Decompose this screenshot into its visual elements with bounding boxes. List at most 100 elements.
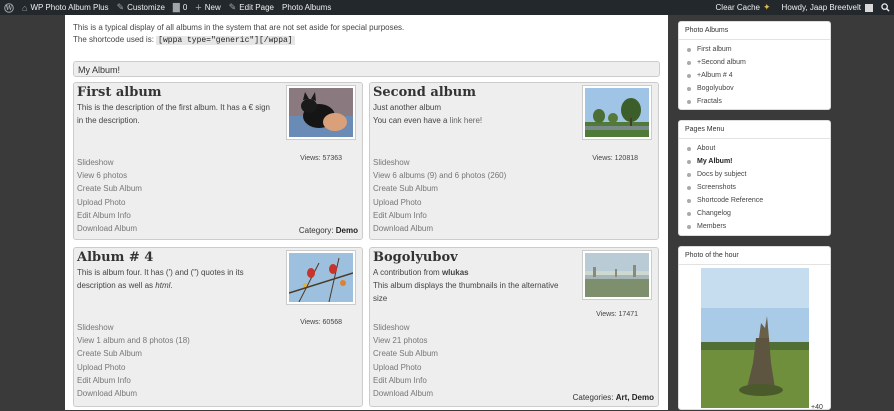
album-card-four: Album # 4 This is album four. It has (')…: [73, 247, 363, 407]
description-link[interactable]: link here!: [450, 116, 482, 125]
create-sub-album-link[interactable]: Create Sub Album: [77, 182, 142, 195]
photo-of-hour-image[interactable]: [701, 268, 809, 408]
pages-menu-widget: Pages Menu About My Album! Docs by subje…: [678, 120, 831, 236]
list-item[interactable]: +Album # 4: [687, 69, 830, 82]
svg-text:W: W: [5, 5, 13, 12]
edit-album-info-link[interactable]: Edit Album Info: [77, 374, 190, 387]
slideshow-link[interactable]: Slideshow: [77, 321, 190, 334]
views-count: Views: 60568: [300, 319, 342, 326]
category-value[interactable]: Art, Demo: [616, 393, 654, 402]
slideshow-link[interactable]: Slideshow: [77, 156, 142, 169]
shortcode-code: [wppa type="generic"][/wppa]: [156, 36, 295, 45]
album-links: Slideshow View 21 photos Create Sub Albu…: [373, 321, 438, 400]
slideshow-link[interactable]: Slideshow: [373, 156, 506, 169]
album-title[interactable]: Album # 4: [77, 250, 153, 265]
customize-label: Customize: [127, 3, 165, 12]
list-item[interactable]: Shortcode Reference: [687, 194, 830, 207]
bullet-icon: [687, 224, 691, 229]
comments-link[interactable]: ▇ 0: [169, 0, 191, 15]
list-item[interactable]: First album: [687, 43, 830, 56]
upload-photo-link[interactable]: Upload Photo: [77, 196, 142, 209]
photo-albums-link[interactable]: Photo Albums: [278, 0, 335, 15]
bullet-icon: [687, 159, 691, 164]
description-prefix: You can even have a: [373, 116, 448, 125]
bullet-icon: [687, 99, 691, 104]
create-sub-album-link[interactable]: Create Sub Album: [373, 182, 506, 195]
album-cover-thumbnail[interactable]: [582, 85, 652, 140]
bullet-icon: [687, 60, 691, 65]
upload-photo-link[interactable]: Upload Photo: [373, 196, 506, 209]
album-card-second: Second album Just another album You can …: [369, 82, 659, 240]
widget-title: Pages Menu: [679, 121, 830, 139]
wordpress-logo-button[interactable]: W: [0, 0, 18, 15]
download-album-link[interactable]: Download Album: [77, 222, 142, 235]
views-count: Views: 120818: [592, 155, 638, 162]
view-albums-link[interactable]: View 6 albums (9) and 6 photos (260): [373, 169, 506, 182]
list-item-active[interactable]: My Album!: [687, 155, 830, 168]
album-links: Slideshow View 6 albums (9) and 6 photos…: [373, 156, 506, 235]
new-content-link[interactable]: + New: [191, 0, 224, 15]
list-item-label: Docs by subject: [697, 171, 747, 178]
pages-list: About My Album! Docs by subject Screensh…: [679, 139, 830, 233]
edit-album-info-link[interactable]: Edit Album Info: [373, 209, 506, 222]
list-item[interactable]: Members: [687, 220, 830, 233]
account-menu[interactable]: Howdy, Jaap Breetvelt: [778, 0, 877, 15]
list-item[interactable]: Bogolyubov: [687, 82, 830, 95]
painting-photo: [585, 253, 649, 297]
list-item[interactable]: Docs by subject: [687, 168, 830, 181]
list-item[interactable]: Changelog: [687, 207, 830, 220]
download-album-link[interactable]: Download Album: [373, 222, 506, 235]
bullet-icon: [687, 198, 691, 203]
create-sub-album-link[interactable]: Create Sub Album: [77, 347, 190, 360]
download-album-link[interactable]: Download Album: [373, 387, 438, 400]
album-card-bogolyubov: Bogolyubov A contribution from wlukas Th…: [369, 247, 659, 407]
view-album-link[interactable]: View 1 album and 8 photos (18): [77, 334, 190, 347]
cat-photo: [289, 88, 353, 137]
list-item[interactable]: Fractals: [687, 95, 830, 108]
album-links: Slideshow View 6 photos Create Sub Album…: [77, 156, 142, 235]
site-name-label: WP Photo Album Plus: [30, 3, 109, 12]
avatar: [865, 3, 873, 12]
view-photos-link[interactable]: View 21 photos: [373, 334, 438, 347]
list-item-label: Changelog: [697, 210, 731, 217]
album-description: This is the description of the first alb…: [77, 103, 270, 125]
category-value[interactable]: Demo: [336, 226, 358, 235]
description-prefix: A contribution from: [373, 268, 440, 277]
list-item[interactable]: About: [687, 142, 830, 155]
list-item-label: Bogolyubov: [697, 85, 734, 92]
upload-photo-link[interactable]: Upload Photo: [77, 361, 190, 374]
photo-of-hour-widget: Photo of the hour +40: [678, 246, 831, 411]
site-name-link[interactable]: ⌂ WP Photo Album Plus: [18, 0, 113, 15]
description-end: .: [170, 281, 173, 290]
album-title[interactable]: Second album: [373, 85, 476, 100]
album-title[interactable]: Bogolyubov: [373, 250, 458, 265]
album-category: Category: Demo: [299, 226, 358, 235]
description-line: Just another album: [373, 103, 442, 112]
clear-cache-link[interactable]: Clear Cache ✦: [712, 0, 778, 15]
howdy-label: Howdy, Jaap Breetvelt: [781, 3, 861, 12]
list-item[interactable]: Screenshots: [687, 181, 830, 194]
list-item-label: Shortcode Reference: [697, 197, 764, 204]
slideshow-link[interactable]: Slideshow: [373, 321, 438, 334]
view-photos-link[interactable]: View 6 photos: [77, 169, 142, 182]
intro-line: This is a typical display of all albums …: [73, 23, 405, 32]
edit-page-label: Edit Page: [239, 3, 274, 12]
edit-album-info-link[interactable]: Edit Album Info: [77, 209, 142, 222]
album-title[interactable]: First album: [77, 85, 162, 100]
download-album-link[interactable]: Download Album: [77, 387, 190, 400]
bullet-icon: [687, 146, 691, 151]
customize-link[interactable]: ✎ Customize: [113, 0, 169, 15]
list-item[interactable]: +Second album: [687, 56, 830, 69]
pencil-icon: ✎: [228, 2, 237, 12]
create-sub-album-link[interactable]: Create Sub Album: [373, 347, 438, 360]
edit-page-link[interactable]: ✎ Edit Page: [225, 0, 278, 15]
upload-photo-link[interactable]: Upload Photo: [373, 361, 438, 374]
album-cover-thumbnail[interactable]: [582, 250, 652, 300]
album-cover-thumbnail[interactable]: [286, 250, 356, 305]
clear-cache-label: Clear Cache: [715, 3, 760, 12]
edit-album-info-link[interactable]: Edit Album Info: [373, 374, 438, 387]
album-cover-thumbnail[interactable]: [286, 85, 356, 140]
search-button[interactable]: [877, 0, 894, 15]
photo-albums-label: Photo Albums: [281, 3, 332, 12]
admin-bar: W ⌂ WP Photo Album Plus ✎ Customize ▇ 0 …: [0, 0, 894, 15]
